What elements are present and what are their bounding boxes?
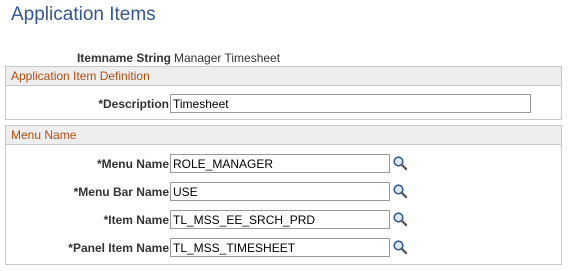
page-title: Application Items — [11, 4, 156, 25]
itemname-value: Manager Timesheet — [174, 51, 281, 65]
itemname-row: Itemname String Manager Timesheet — [0, 50, 569, 66]
item-name-label: *Item Name — [103, 213, 169, 227]
magnifier-lookup-icon[interactable] — [392, 211, 408, 227]
menu-name-field[interactable] — [170, 154, 390, 173]
menu-name-label: *Menu Name — [96, 157, 169, 171]
description-field[interactable] — [170, 94, 531, 113]
item-name-row: *Item Name — [6, 210, 561, 230]
application-items-page: Application Items Itemname String Manage… — [0, 0, 569, 271]
menu-name-group: Menu Name *Menu Name *Menu Bar Name *Ite… — [5, 125, 562, 265]
application-item-definition-group: Application Item Definition *Description — [5, 66, 562, 120]
description-row: *Description — [6, 94, 561, 114]
magnifier-lookup-icon[interactable] — [392, 183, 408, 199]
description-label: *Description — [98, 97, 169, 111]
panel-item-name-row: *Panel Item Name — [6, 238, 561, 258]
menu-name-row: *Menu Name — [6, 154, 561, 174]
item-name-field[interactable] — [170, 210, 390, 229]
panel-item-name-field[interactable] — [170, 238, 390, 257]
itemname-label: Itemname String — [76, 51, 171, 65]
application-item-definition-header: Application Item Definition — [6, 67, 561, 86]
menu-bar-name-field[interactable] — [170, 182, 390, 201]
menu-name-header: Menu Name — [6, 126, 561, 145]
menu-bar-name-label: *Menu Bar Name — [73, 185, 169, 199]
magnifier-lookup-icon[interactable] — [392, 155, 408, 171]
magnifier-lookup-icon[interactable] — [392, 239, 408, 255]
panel-item-name-label: *Panel Item Name — [68, 241, 169, 255]
menu-bar-name-row: *Menu Bar Name — [6, 182, 561, 202]
